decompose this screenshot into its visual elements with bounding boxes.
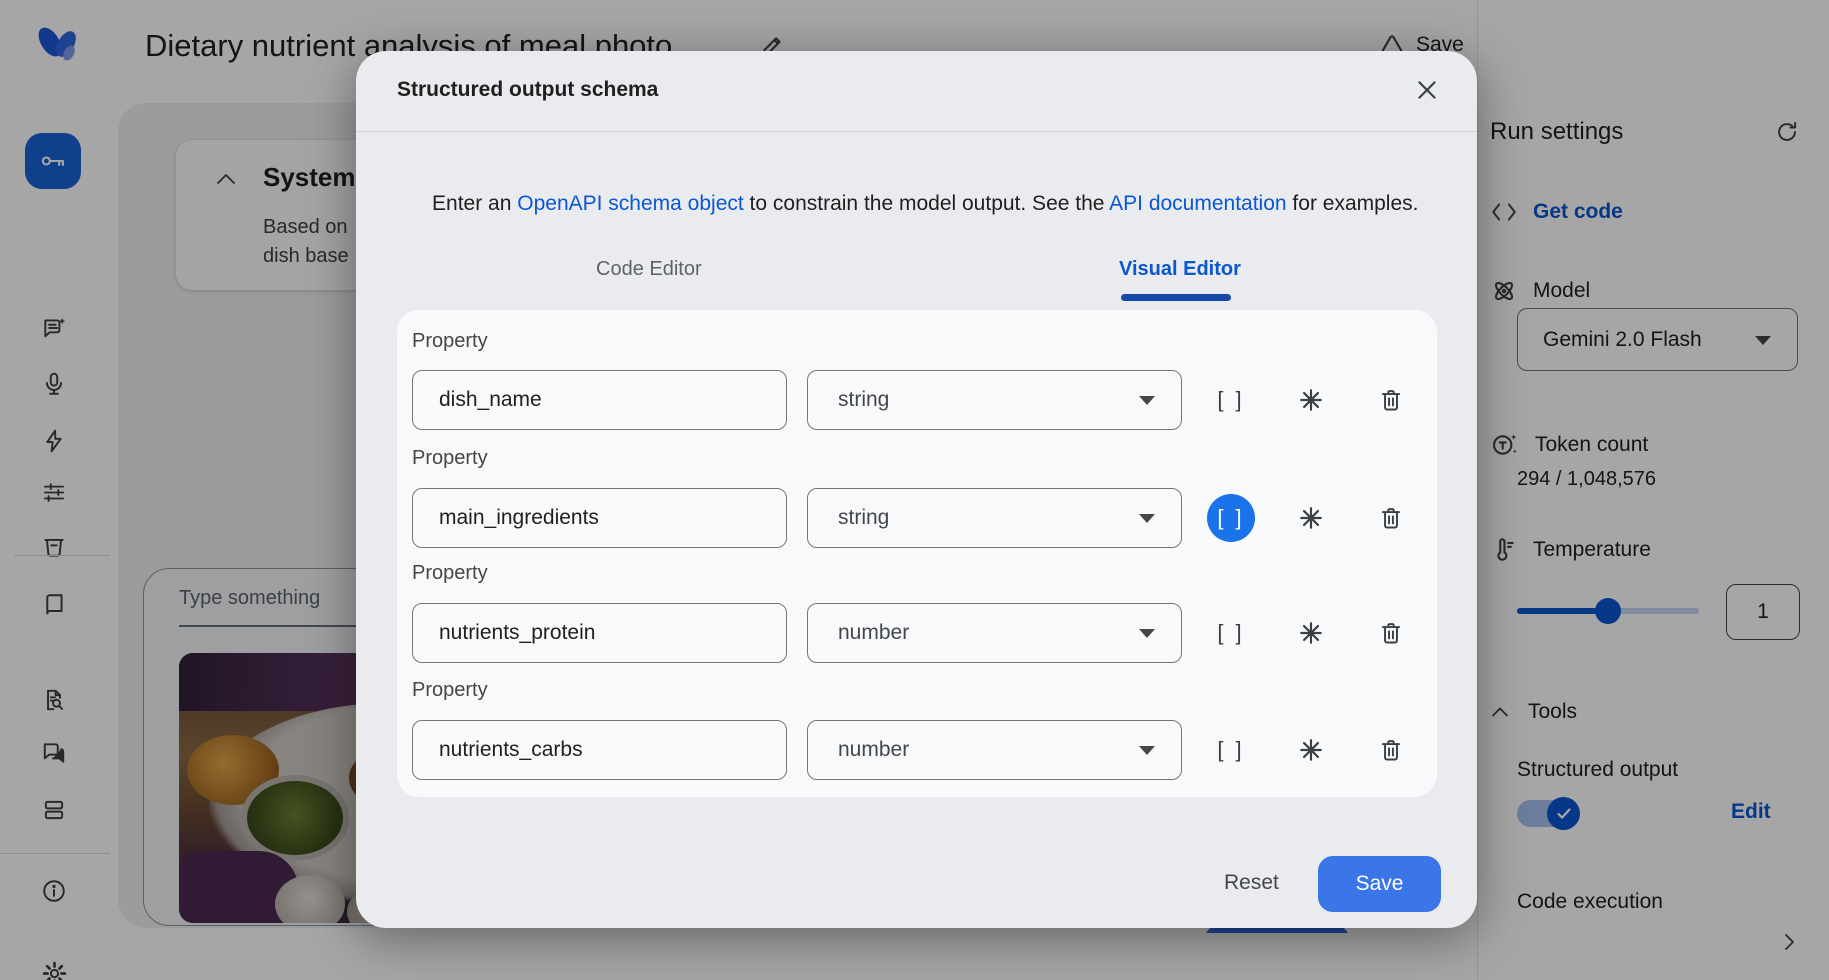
api-documentation-link[interactable]: API documentation bbox=[1109, 192, 1286, 215]
required-toggle-icon[interactable] bbox=[1298, 737, 1324, 763]
delete-property-icon[interactable] bbox=[1378, 737, 1404, 763]
schema-rows-panel: Property dish_name string [ ] Property m… bbox=[397, 310, 1437, 797]
tab-active-underline bbox=[1121, 294, 1231, 301]
array-toggle-button[interactable]: [ ] bbox=[1207, 609, 1255, 657]
array-toggle-button-active[interactable]: [ ] bbox=[1207, 494, 1255, 542]
openapi-schema-link[interactable]: OpenAPI schema object bbox=[517, 192, 743, 215]
desc-text-2: to constrain the model output. See the bbox=[744, 192, 1109, 215]
structured-output-dialog: Structured output schema Enter an OpenAP… bbox=[356, 51, 1477, 928]
chevron-down-icon bbox=[1139, 396, 1155, 405]
property-type-select[interactable]: number bbox=[807, 603, 1182, 663]
property-type-select[interactable]: string bbox=[807, 488, 1182, 548]
property-name-value: main_ingredients bbox=[439, 506, 599, 530]
delete-property-icon[interactable] bbox=[1378, 620, 1404, 646]
close-icon[interactable] bbox=[1414, 77, 1440, 103]
array-toggle-button[interactable]: [ ] bbox=[1207, 376, 1255, 424]
property-label: Property bbox=[412, 447, 488, 470]
property-name-value: nutrients_protein bbox=[439, 621, 595, 645]
property-label: Property bbox=[412, 562, 488, 585]
delete-property-icon[interactable] bbox=[1378, 505, 1404, 531]
property-label: Property bbox=[412, 679, 488, 702]
tab-visual-editor[interactable]: Visual Editor bbox=[1119, 258, 1241, 281]
tab-code-editor[interactable]: Code Editor bbox=[596, 258, 702, 281]
reset-button[interactable]: Reset bbox=[1224, 871, 1279, 895]
property-type-value: string bbox=[838, 506, 889, 530]
required-toggle-icon[interactable] bbox=[1298, 505, 1324, 531]
dialog-header: Structured output schema bbox=[356, 51, 1477, 132]
dialog-save-label: Save bbox=[1356, 872, 1404, 896]
chevron-down-icon bbox=[1139, 746, 1155, 755]
property-type-select[interactable]: string bbox=[807, 370, 1182, 430]
property-type-value: string bbox=[838, 388, 889, 412]
chevron-down-icon bbox=[1139, 629, 1155, 638]
chevron-down-icon bbox=[1139, 514, 1155, 523]
dialog-title: Structured output schema bbox=[397, 78, 658, 102]
property-name-input[interactable]: nutrients_carbs bbox=[412, 720, 787, 780]
property-name-input[interactable]: main_ingredients bbox=[412, 488, 787, 548]
property-type-select[interactable]: number bbox=[807, 720, 1182, 780]
array-toggle-button[interactable]: [ ] bbox=[1207, 726, 1255, 774]
dialog-save-button[interactable]: Save bbox=[1318, 856, 1441, 912]
property-name-input[interactable]: nutrients_protein bbox=[412, 603, 787, 663]
delete-property-icon[interactable] bbox=[1378, 387, 1404, 413]
property-type-value: number bbox=[838, 621, 909, 645]
property-type-value: number bbox=[838, 738, 909, 762]
desc-text-3: for examples. bbox=[1287, 192, 1419, 215]
dialog-description: Enter an OpenAPI schema object to constr… bbox=[397, 168, 1447, 240]
property-name-value: nutrients_carbs bbox=[439, 738, 583, 762]
property-name-value: dish_name bbox=[439, 388, 542, 412]
required-toggle-icon[interactable] bbox=[1298, 387, 1324, 413]
property-name-input[interactable]: dish_name bbox=[412, 370, 787, 430]
desc-text-1: Enter an bbox=[432, 192, 517, 215]
required-toggle-icon[interactable] bbox=[1298, 620, 1324, 646]
app-root: Dietary nutrient analysis of meal photo … bbox=[0, 0, 1829, 980]
property-label: Property bbox=[412, 330, 488, 353]
